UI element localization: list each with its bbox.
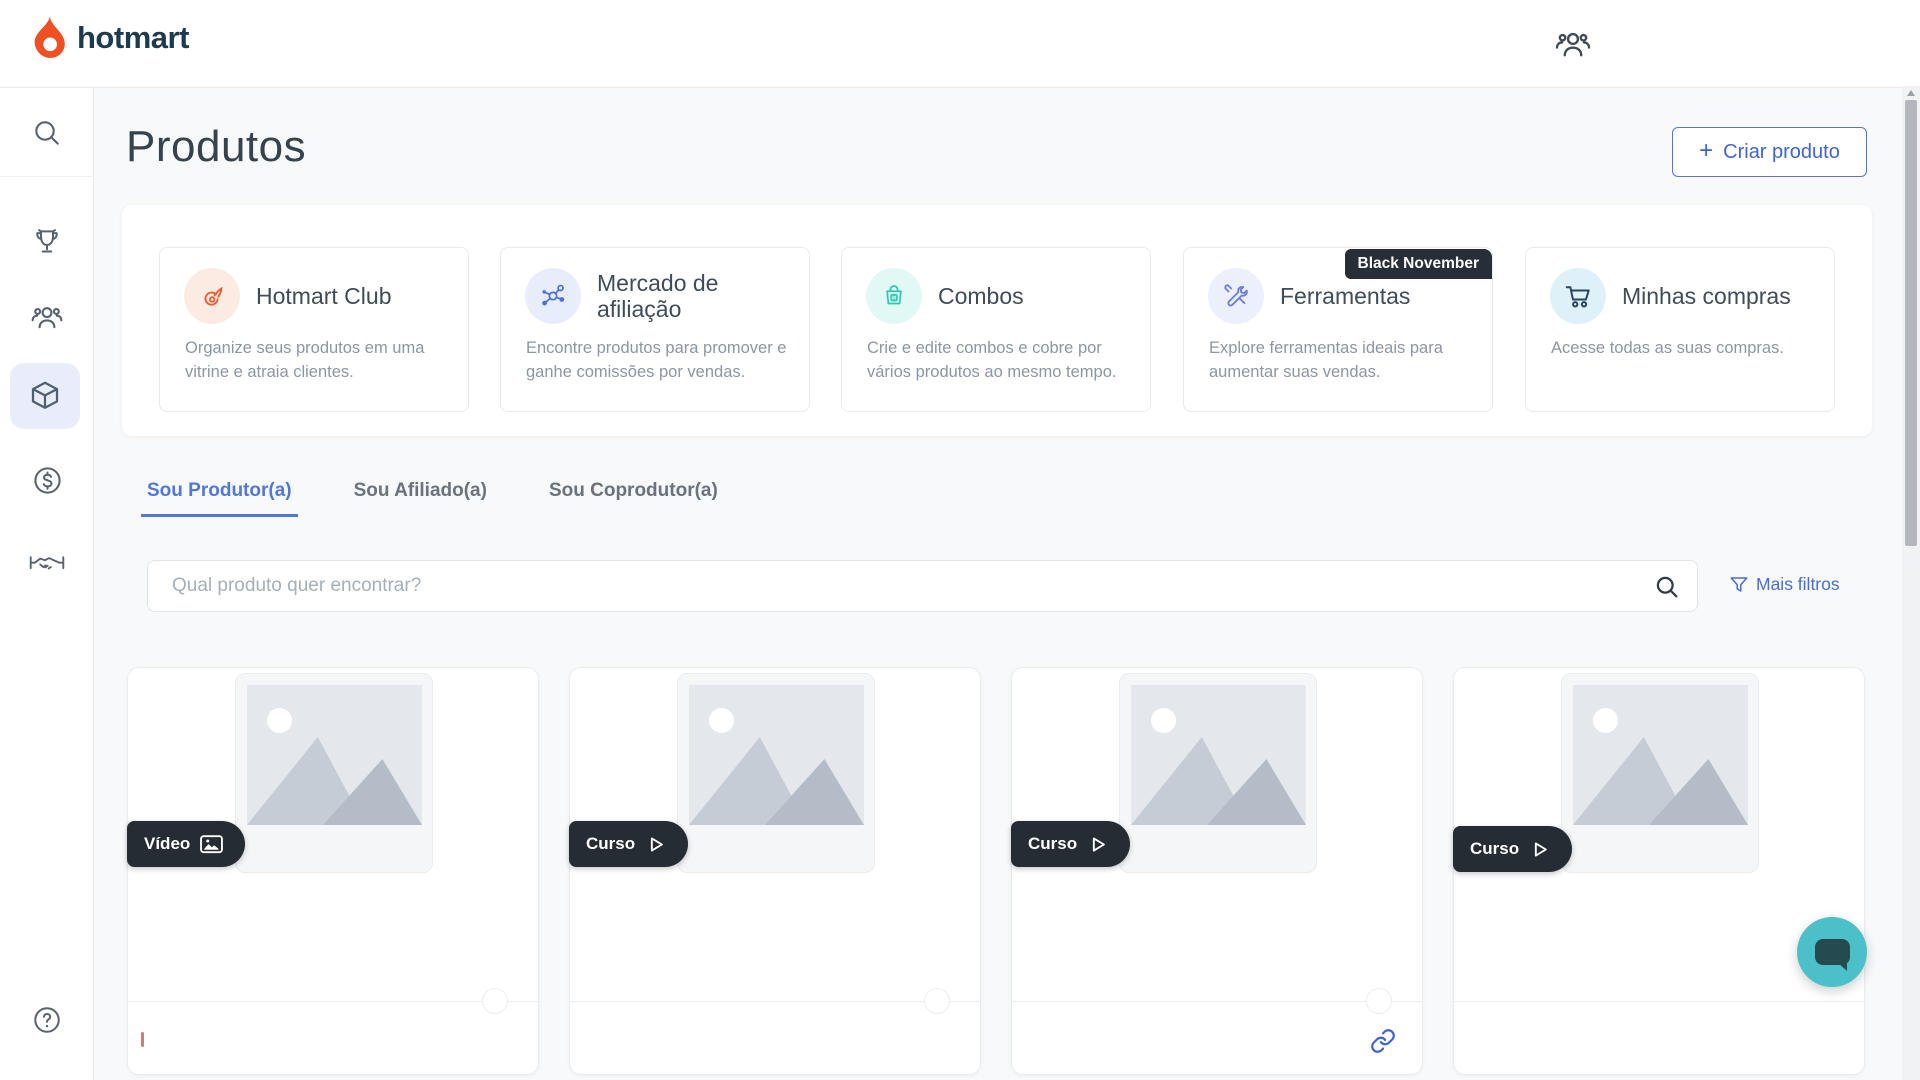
- account-people-icon[interactable]: [1552, 24, 1594, 66]
- product-card[interactable]: Vídeo: [127, 667, 539, 1075]
- badge-label: Vídeo: [144, 834, 190, 854]
- handshake-icon: [28, 547, 66, 577]
- shortcut-card-mercado-afiliacao[interactable]: Mercado de afiliação Encontre produtos p…: [500, 247, 810, 412]
- sidebar-item-sales[interactable]: [23, 456, 71, 504]
- shortcut-description: Encontre produtos para promover e ganhe …: [526, 336, 793, 385]
- tab-sou-coprodutor[interactable]: Sou Coprodutor(a): [543, 478, 724, 517]
- divider-notch: [1366, 988, 1392, 1014]
- shortcut-description: Explore ferramentas ideais para aumentar…: [1209, 336, 1476, 385]
- tab-sou-produtor[interactable]: Sou Produtor(a): [141, 478, 298, 517]
- scrollbar-thumb[interactable]: [1905, 100, 1917, 546]
- shortcut-card-hotmart-club[interactable]: Hotmart Club Organize seus produtos em u…: [159, 247, 469, 412]
- badge-label: Curso: [586, 834, 635, 854]
- hotmart-logo[interactable]: hotmart: [31, 15, 189, 61]
- divider-notch: [924, 988, 950, 1014]
- product-search-input[interactable]: [148, 561, 1697, 611]
- sidebar-item-products-active[interactable]: [10, 363, 80, 429]
- trophy-icon: [31, 224, 63, 256]
- product-card[interactable]: Curso: [1011, 667, 1423, 1075]
- role-tabs: Sou Produtor(a) Sou Afiliado(a) Sou Copr…: [141, 478, 724, 517]
- top-bar: hotmart: [0, 0, 1920, 88]
- chat-widget-button[interactable]: [1797, 917, 1867, 987]
- chat-bubble-icon: [1815, 939, 1850, 965]
- product-format-badge: Curso: [1453, 826, 1572, 872]
- sidebar-item-partnerships[interactable]: [23, 538, 71, 586]
- image-placeholder: [677, 673, 875, 873]
- image-icon: [200, 835, 223, 854]
- create-product-button[interactable]: + Criar produto: [1672, 127, 1867, 177]
- divider-notch: [482, 988, 508, 1014]
- tab-sou-afiliado[interactable]: Sou Afiliado(a): [348, 478, 493, 517]
- hotmart-flame-logo-icon: [31, 15, 68, 61]
- copy-link-icon[interactable]: [1370, 1028, 1396, 1054]
- tools-icon: [1208, 268, 1264, 324]
- badge-label: Curso: [1470, 839, 1519, 859]
- sidebar-item-rewards[interactable]: [23, 216, 71, 264]
- sidebar-item-community[interactable]: [23, 294, 71, 342]
- shortcut-card-ferramentas[interactable]: Black November Ferramentas Explore ferra…: [1183, 247, 1493, 412]
- shortcut-card-combos[interactable]: $ Combos Crie e edite combos e cobre por…: [841, 247, 1151, 412]
- play-icon: [1529, 839, 1550, 860]
- product-card[interactable]: Curso: [1453, 667, 1865, 1075]
- shortcut-title: Combos: [938, 283, 1024, 309]
- people-group-icon: [30, 301, 64, 335]
- loading-mark: [141, 1032, 144, 1047]
- play-icon: [645, 834, 666, 855]
- help-question-icon: [31, 1004, 63, 1036]
- card-footer-divider: [1012, 1001, 1422, 1002]
- shortcut-title: Hotmart Club: [256, 283, 391, 309]
- play-icon: [1087, 834, 1108, 855]
- shortcut-title: Ferramentas: [1280, 283, 1410, 309]
- shortcut-card-minhas-compras[interactable]: Minhas compras Acesse todas as suas comp…: [1525, 247, 1835, 412]
- bag-dollar-icon: $: [866, 268, 922, 324]
- product-format-badge: Curso: [569, 821, 688, 867]
- dollar-coin-icon: [31, 464, 64, 497]
- sidebar-item-search[interactable]: [23, 109, 71, 157]
- badge-label: Curso: [1028, 834, 1077, 854]
- filter-funnel-icon: [1729, 576, 1749, 594]
- product-format-badge: Vídeo: [127, 821, 245, 867]
- shortcut-description: Crie e edite combos e cobre por vários p…: [867, 336, 1134, 385]
- search-icon: [31, 117, 63, 149]
- cart-icon: [1550, 268, 1606, 324]
- hotmart-products-page: hotmart: [0, 0, 1920, 1080]
- product-format-badge: Curso: [1011, 821, 1130, 867]
- shortcuts-panel: Hotmart Club Organize seus produtos em u…: [122, 205, 1872, 436]
- scrollbar-up-arrow[interactable]: [1907, 90, 1915, 96]
- card-footer-divider: [128, 1001, 538, 1002]
- image-placeholder: [1561, 673, 1759, 873]
- shortcut-description: Acesse todas as suas compras.: [1551, 336, 1818, 360]
- image-placeholder: [1119, 673, 1317, 873]
- logo-wordmark: hotmart: [77, 15, 189, 61]
- card-footer-divider: [570, 1001, 980, 1002]
- page-title: Produtos: [126, 122, 306, 172]
- plus-icon: +: [1699, 137, 1713, 165]
- product-card[interactable]: Curso: [569, 667, 981, 1075]
- create-product-label: Criar produto: [1723, 141, 1840, 164]
- card-footer-divider: [1454, 1001, 1864, 1002]
- shortcut-description: Organize seus produtos em uma vitrine e …: [185, 336, 452, 385]
- more-filters-label: Mais filtros: [1756, 574, 1840, 595]
- sidebar-divider: [0, 176, 94, 177]
- hotmart-flame-icon: [184, 268, 240, 324]
- image-placeholder: [235, 673, 433, 873]
- more-filters-button[interactable]: Mais filtros: [1729, 574, 1840, 595]
- affiliate-network-icon: [525, 268, 581, 324]
- product-search-box: [147, 560, 1698, 612]
- sidebar: [0, 88, 94, 1080]
- shortcut-title: Mercado de afiliação: [597, 270, 797, 323]
- search-submit-icon[interactable]: [1653, 573, 1681, 601]
- box-cube-icon: [27, 378, 63, 414]
- shortcut-title: Minhas compras: [1622, 283, 1791, 309]
- sidebar-item-help[interactable]: [23, 996, 71, 1044]
